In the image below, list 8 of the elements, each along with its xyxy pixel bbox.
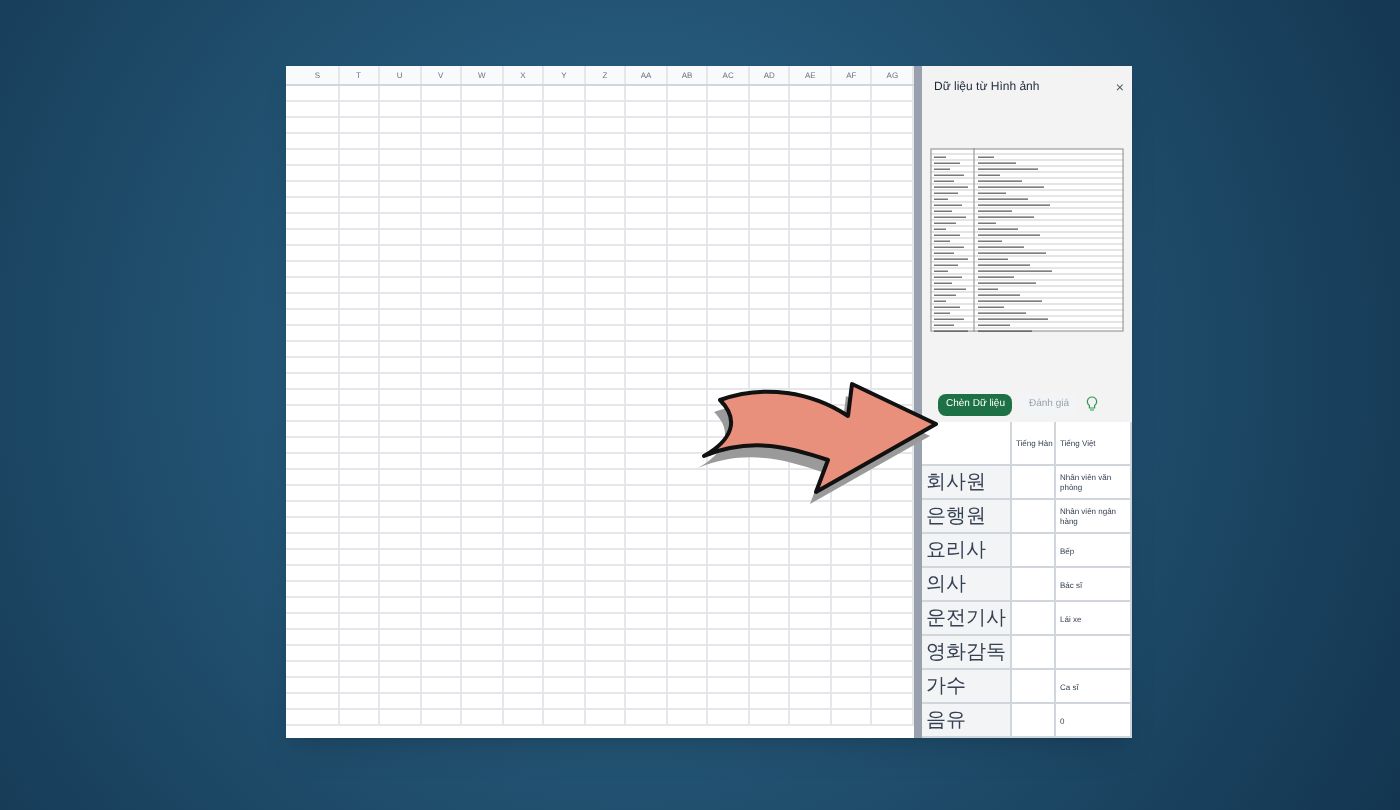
table-cell-text: 음유 (926, 707, 966, 735)
table-cell-text: 영화감독 (926, 639, 1006, 667)
table-cell-text: 가수 (926, 673, 966, 701)
table-cell-text: 회사원 (926, 469, 986, 497)
table-cell-text: 운전기사 (926, 605, 1006, 633)
table-cell-text: 의사 (926, 571, 966, 599)
table-cell-text: 은행원 (926, 503, 986, 531)
table-cell-text: 요리사 (926, 537, 986, 565)
